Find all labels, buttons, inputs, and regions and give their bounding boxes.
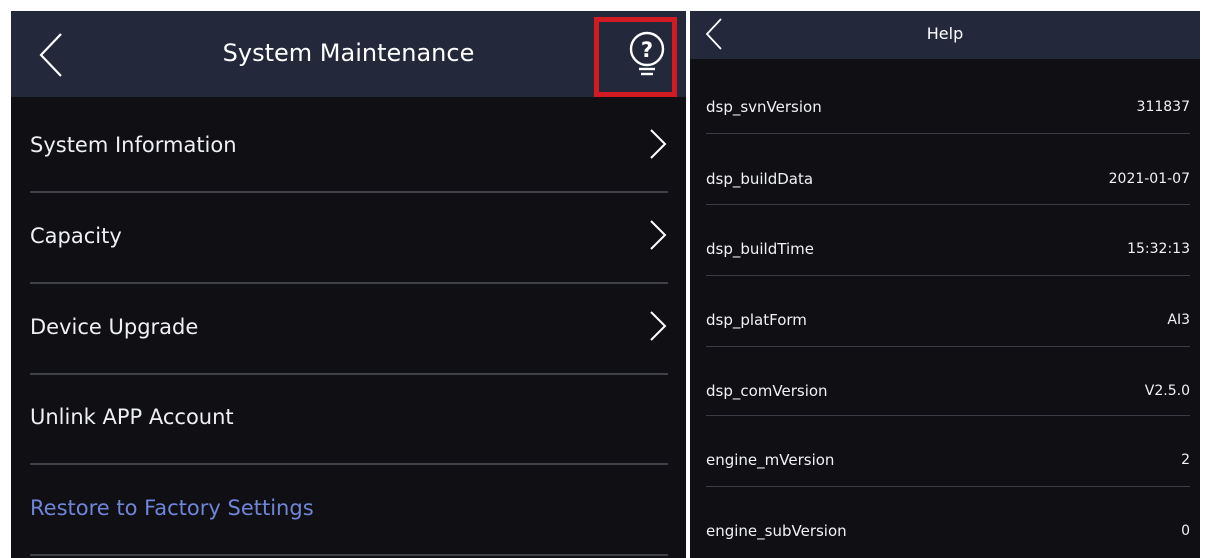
info-key: engine_subVersion <box>706 522 847 540</box>
page-title: System Maintenance <box>222 39 475 67</box>
help-highlight-box <box>594 17 677 97</box>
info-key: dsp_svnVersion <box>706 98 822 116</box>
info-row: engine_mVersion 2 <box>706 425 1190 495</box>
info-value: 2021-01-07 <box>1108 171 1190 187</box>
info-row: engine_subVersion 0 <box>706 496 1190 558</box>
menu-item-label: Unlink APP Account <box>30 405 234 429</box>
divider <box>30 554 668 556</box>
divider <box>706 346 1190 347</box>
menu-item-unlink-app-account[interactable]: Unlink APP Account <box>30 388 667 448</box>
info-value: 0 <box>1181 523 1190 539</box>
menu-item-device-upgrade[interactable]: Device Upgrade <box>30 298 667 358</box>
info-key: dsp_platForm <box>706 311 807 329</box>
menu-item-system-information[interactable]: System Information <box>30 116 667 176</box>
divider <box>30 191 668 193</box>
divider <box>706 486 1190 487</box>
help-header: Help <box>690 11 1200 59</box>
menu-item-label: Restore to Factory Settings <box>30 496 314 520</box>
info-key: dsp_comVersion <box>706 382 828 400</box>
info-key: dsp_buildData <box>706 170 814 188</box>
help-screen: Help dsp_svnVersion 311837 dsp_buildData… <box>690 11 1200 558</box>
menu-item-label: System Information <box>30 133 237 157</box>
chevron-right-icon <box>650 129 667 159</box>
divider <box>30 463 668 465</box>
menu-item-capacity[interactable]: Capacity <box>30 207 667 267</box>
info-row: dsp_svnVersion 311837 <box>706 72 1190 142</box>
system-maintenance-screen: System Maintenance ? System Information … <box>11 11 686 558</box>
page-title: Help <box>926 24 964 43</box>
divider <box>30 373 668 375</box>
divider <box>706 204 1190 205</box>
info-value: 2 <box>1181 452 1190 468</box>
info-value: V2.5.0 <box>1144 383 1190 399</box>
info-row: dsp_platForm AI3 <box>706 285 1190 355</box>
menu-item-label: Device Upgrade <box>30 315 199 339</box>
info-key: dsp_buildTime <box>706 240 814 258</box>
info-row: dsp_buildTime 15:32:13 <box>706 214 1190 284</box>
chevron-right-icon <box>650 311 667 341</box>
menu-item-label: Capacity <box>30 224 122 248</box>
divider <box>30 282 668 284</box>
info-value: AI3 <box>1167 312 1190 328</box>
divider <box>706 415 1190 416</box>
divider <box>706 275 1190 276</box>
info-key: engine_mVersion <box>706 451 835 469</box>
menu-item-restore-factory-settings[interactable]: Restore to Factory Settings <box>30 479 667 539</box>
system-maintenance-header: System Maintenance ? <box>11 11 686 97</box>
chevron-right-icon <box>650 220 667 250</box>
divider <box>706 133 1190 134</box>
info-value: 311837 <box>1136 99 1190 115</box>
info-value: 15:32:13 <box>1127 241 1190 257</box>
